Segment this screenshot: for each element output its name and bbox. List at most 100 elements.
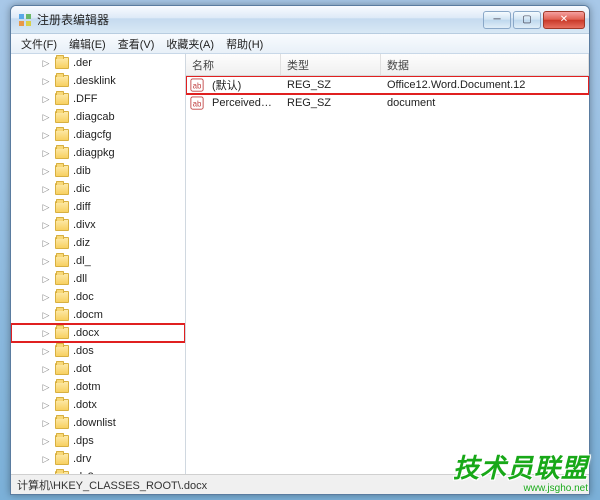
expander-icon[interactable]: ▷ — [41, 256, 51, 266]
value-data: document — [381, 97, 589, 109]
expander-icon[interactable]: ▷ — [41, 472, 51, 474]
tree-item[interactable]: ▷.dl_ — [11, 252, 185, 270]
column-data[interactable]: 数据 — [381, 54, 589, 75]
tree-item-label: .diz — [73, 237, 90, 249]
menubar: 文件(F) 编辑(E) 查看(V) 收藏夹(A) 帮助(H) — [11, 34, 589, 54]
folder-icon — [55, 129, 69, 141]
tree-item[interactable]: ▷.docm — [11, 306, 185, 324]
expander-icon[interactable]: ▷ — [41, 292, 51, 302]
menu-view[interactable]: 查看(V) — [112, 36, 161, 52]
expander-icon[interactable]: ▷ — [41, 382, 51, 392]
expander-icon[interactable]: ▷ — [41, 94, 51, 104]
maximize-button[interactable]: ▢ — [513, 11, 541, 29]
value-type: REG_SZ — [281, 97, 381, 109]
menu-help[interactable]: 帮助(H) — [220, 36, 269, 52]
folder-icon — [55, 75, 69, 87]
expander-icon[interactable]: ▷ — [41, 148, 51, 158]
column-type[interactable]: 类型 — [281, 54, 381, 75]
expander-icon[interactable]: ▷ — [41, 112, 51, 122]
folder-icon — [55, 471, 69, 474]
folder-icon — [55, 273, 69, 285]
expander-icon[interactable]: ▷ — [41, 130, 51, 140]
expander-icon[interactable]: ▷ — [41, 220, 51, 230]
list-row[interactable]: abPerceivedTypeREG_SZdocument — [186, 94, 589, 112]
folder-icon — [55, 165, 69, 177]
tree-pane[interactable]: ▷.der▷.desklink▷.DFF▷.diagcab▷.diagcfg▷.… — [11, 54, 186, 474]
tree-item[interactable]: ▷ .dib — [11, 162, 185, 180]
menu-file[interactable]: 文件(F) — [15, 36, 63, 52]
tree-item[interactable]: ▷.diagcfg — [11, 126, 185, 144]
menu-edit[interactable]: 编辑(E) — [63, 36, 112, 52]
tree-item[interactable]: ▷.desklink — [11, 72, 185, 90]
expander-icon[interactable]: ▷ — [41, 184, 51, 194]
expander-icon[interactable]: ▷ — [41, 346, 51, 356]
column-name[interactable]: 名称 — [186, 54, 281, 75]
folder-icon — [55, 255, 69, 267]
regedit-window: 注册表编辑器 ─ ▢ ✕ 文件(F) 编辑(E) 查看(V) 收藏夹(A) 帮助… — [10, 5, 590, 495]
tree-item[interactable]: ▷ .dic — [11, 180, 185, 198]
value-type: REG_SZ — [281, 79, 381, 91]
list-body[interactable]: ab(默认)REG_SZOffice12.Word.Document.12abP… — [186, 76, 589, 474]
expander-icon[interactable]: ▷ — [41, 58, 51, 68]
tree-item[interactable]: ▷.ds2 — [11, 468, 185, 474]
expander-icon[interactable]: ▷ — [41, 454, 51, 464]
tree-item[interactable]: ▷ .diz — [11, 234, 185, 252]
tree-item[interactable]: ▷ .dos — [11, 342, 185, 360]
titlebar[interactable]: 注册表编辑器 ─ ▢ ✕ — [11, 6, 589, 34]
tree-item[interactable]: ▷.dotx — [11, 396, 185, 414]
tree-item[interactable]: ▷ .dps — [11, 432, 185, 450]
tree-item[interactable]: ▷ .dll — [11, 270, 185, 288]
list-header: 名称 类型 数据 — [186, 54, 589, 76]
client-area: ▷.der▷.desklink▷.DFF▷.diagcab▷.diagcfg▷.… — [11, 54, 589, 474]
tree-item-label: .dib — [73, 165, 91, 177]
tree-item-label: .dps — [73, 435, 94, 447]
expander-icon[interactable]: ▷ — [41, 418, 51, 428]
tree-item-label: .dos — [73, 345, 94, 357]
expander-icon[interactable]: ▷ — [41, 364, 51, 374]
tree-item-label: .diagpkg — [73, 147, 115, 159]
expander-icon[interactable]: ▷ — [41, 274, 51, 284]
tree-item[interactable]: ▷.divx — [11, 216, 185, 234]
window-controls: ─ ▢ ✕ — [481, 11, 585, 29]
expander-icon[interactable]: ▷ — [41, 400, 51, 410]
menu-favorites[interactable]: 收藏夹(A) — [160, 36, 220, 52]
folder-icon — [55, 291, 69, 303]
expander-icon[interactable]: ▷ — [41, 76, 51, 86]
window-title: 注册表编辑器 — [37, 11, 481, 28]
value-name: (默认) — [206, 77, 281, 93]
tree-item[interactable]: ▷.drv — [11, 450, 185, 468]
tree-item-label: .dic — [73, 183, 90, 195]
tree-item-label: .dll — [73, 273, 87, 285]
tree-item[interactable]: ▷ .diagpkg — [11, 144, 185, 162]
tree-item[interactable]: ▷ .dot — [11, 360, 185, 378]
tree-item[interactable]: ▷.dotm — [11, 378, 185, 396]
expander-icon[interactable]: ▷ — [41, 328, 51, 338]
tree-item-label: .diagcab — [73, 111, 115, 123]
tree-item[interactable]: ▷ .diagcab — [11, 108, 185, 126]
tree-item[interactable]: ▷.diff — [11, 198, 185, 216]
folder-icon — [55, 327, 69, 339]
tree-item[interactable]: ▷.downlist — [11, 414, 185, 432]
close-button[interactable]: ✕ — [543, 11, 585, 29]
tree-item-label: .dot — [73, 363, 91, 375]
string-value-icon: ab — [190, 96, 204, 110]
value-data: Office12.Word.Document.12 — [381, 79, 589, 91]
folder-icon — [55, 111, 69, 123]
tree-item[interactable]: ▷.DFF — [11, 90, 185, 108]
expander-icon[interactable]: ▷ — [41, 166, 51, 176]
expander-icon[interactable]: ▷ — [41, 202, 51, 212]
tree-item[interactable]: ▷.docx — [11, 324, 185, 342]
tree-item[interactable]: ▷.doc — [11, 288, 185, 306]
app-icon — [17, 12, 33, 28]
expander-icon[interactable]: ▷ — [41, 436, 51, 446]
folder-icon — [55, 399, 69, 411]
minimize-button[interactable]: ─ — [483, 11, 511, 29]
list-row[interactable]: ab(默认)REG_SZOffice12.Word.Document.12 — [186, 76, 589, 94]
folder-icon — [55, 309, 69, 321]
expander-icon[interactable]: ▷ — [41, 310, 51, 320]
tree-item[interactable]: ▷.der — [11, 54, 185, 72]
expander-icon[interactable]: ▷ — [41, 238, 51, 248]
folder-icon — [55, 363, 69, 375]
folder-icon — [55, 219, 69, 231]
folder-icon — [55, 345, 69, 357]
